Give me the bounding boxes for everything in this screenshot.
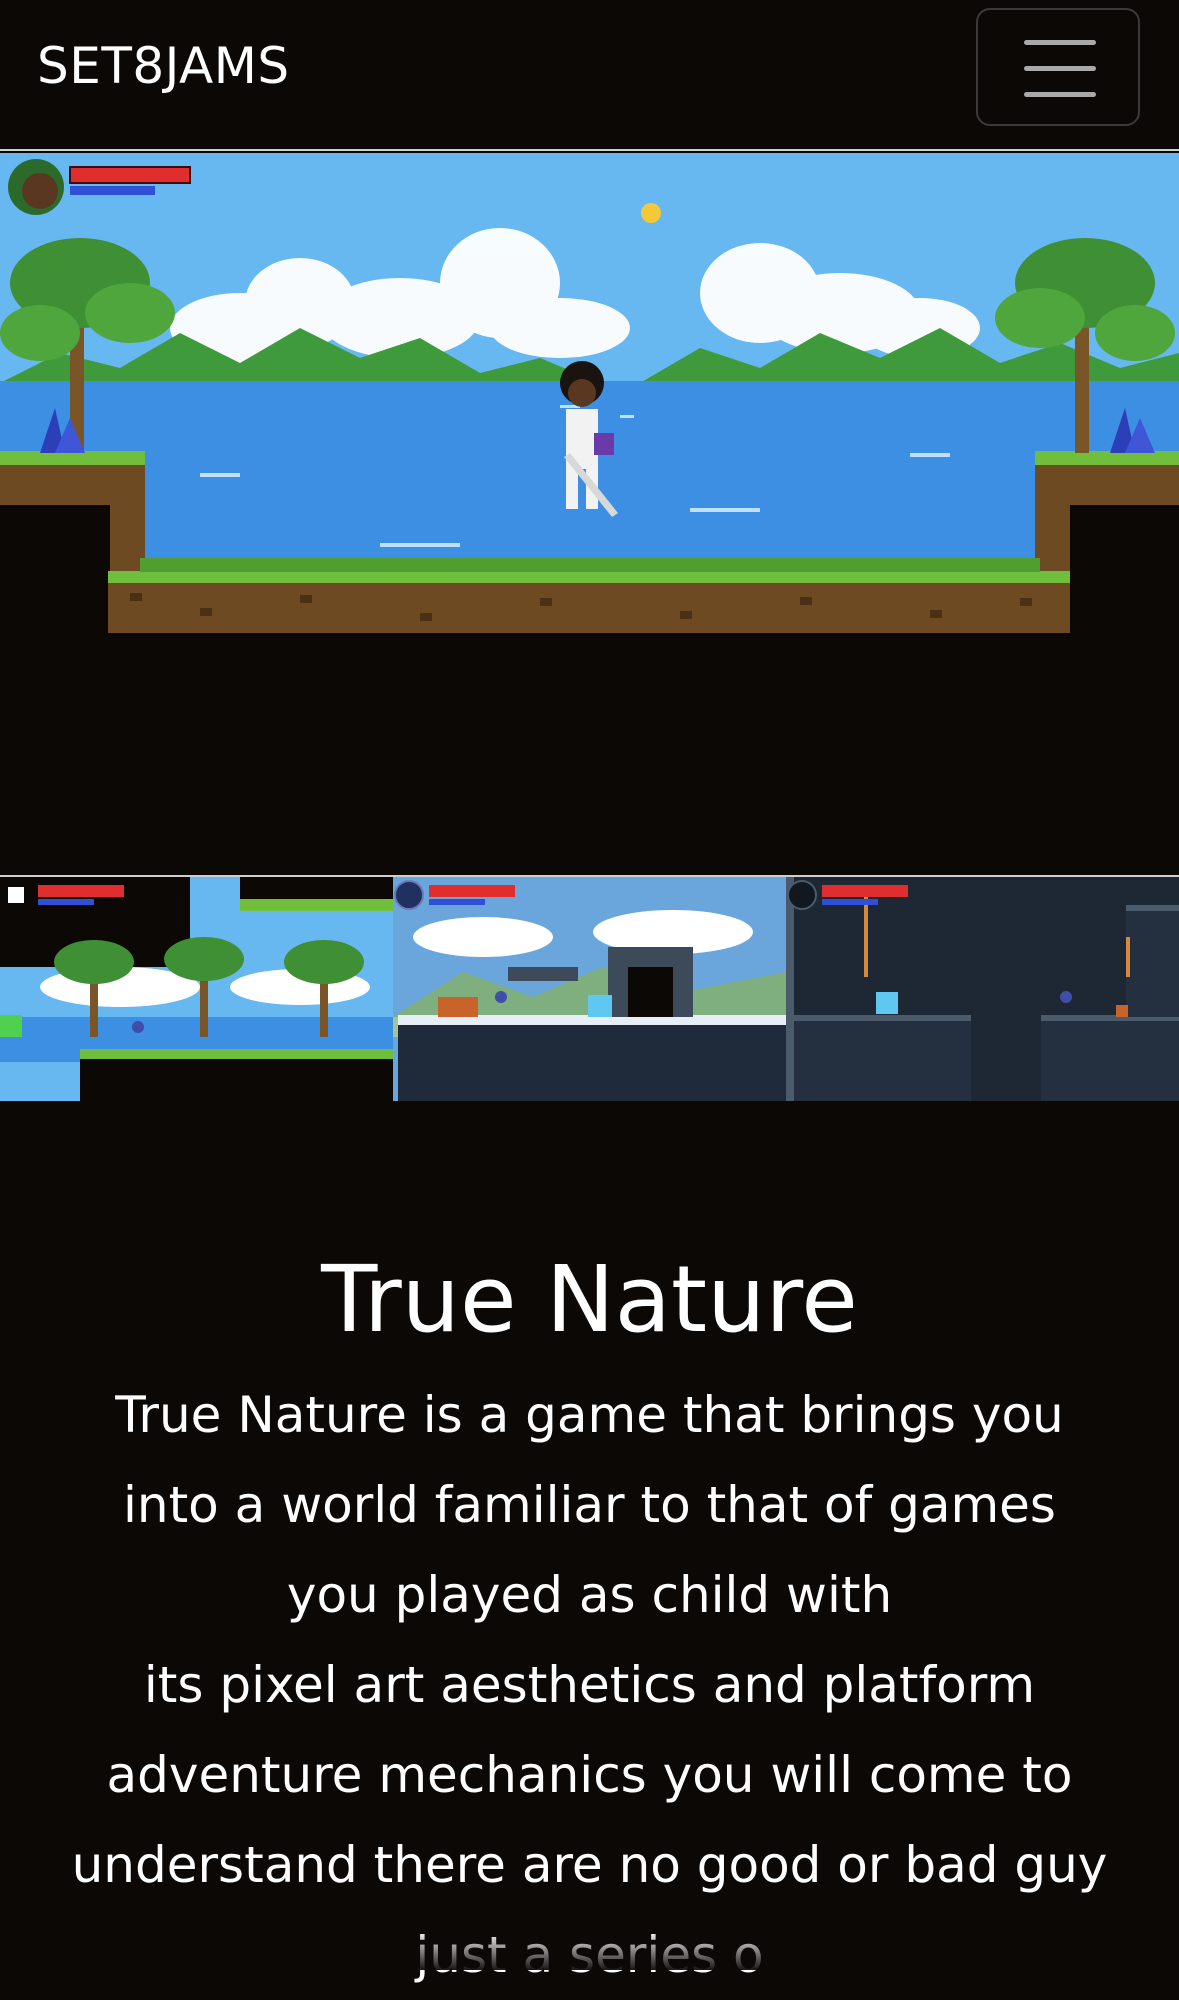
description-line: into a world familiar to that of games: [123, 1476, 1056, 1534]
hero-screenshot: [0, 153, 1179, 873]
bottom-fade: [0, 1930, 1179, 1970]
screenshot-thumbnail-strip: [0, 875, 1179, 1101]
game-title: True Nature: [321, 1246, 858, 1353]
description-line: adventure mechanics you will come to: [106, 1746, 1073, 1804]
snow-level-thumbnail[interactable]: [393, 877, 786, 1101]
hero-game-scene: [0, 153, 1179, 873]
cave-level-thumbnail[interactable]: [786, 877, 1179, 1101]
description-line: you played as child with: [286, 1566, 893, 1624]
game-description: True Nature is a game that brings you in…: [35, 1370, 1145, 2000]
description-line: its pixel art aesthetics and platform: [143, 1656, 1036, 1714]
navbar: SET8JAMS: [0, 0, 1179, 151]
game-info-section: True Nature True Nature is a game that b…: [0, 1240, 1179, 2000]
forest-level-thumbnail[interactable]: [0, 877, 393, 1101]
description-line: understand there are no good or bad guy: [71, 1836, 1108, 1894]
brand-logo[interactable]: SET8JAMS: [37, 34, 290, 98]
hamburger-menu-icon: [1024, 40, 1096, 98]
description-line: True Nature is a game that brings you: [115, 1386, 1064, 1444]
menu-toggle-button[interactable]: [976, 8, 1140, 126]
